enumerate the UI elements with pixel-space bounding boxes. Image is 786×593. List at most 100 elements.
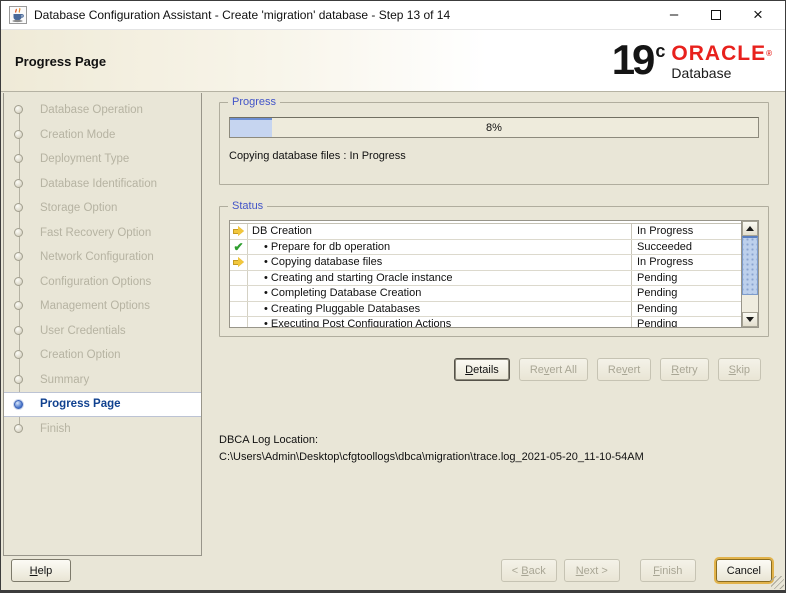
sidebar-step-management-options: Management Options <box>4 294 201 319</box>
scrollbar-track[interactable] <box>742 236 758 312</box>
log-location-label: DBCA Log Location: <box>219 434 319 446</box>
scroll-down-icon <box>746 317 754 322</box>
scroll-up-icon <box>746 226 754 231</box>
sidebar-step-creation-option: Creation Option <box>4 343 201 368</box>
window-controls: – × <box>653 2 779 29</box>
window-title: Database Configuration Assistant - Creat… <box>34 8 451 22</box>
progress-group-title: Progress <box>228 96 281 108</box>
main-content: Progress 8% Copying database files : In … <box>202 93 785 556</box>
step-bullet-icon <box>14 423 23 433</box>
step-bullet-icon <box>14 154 23 163</box>
status-value: Pending <box>631 317 741 327</box>
maximize-icon <box>711 10 721 20</box>
status-value: Pending <box>631 286 741 301</box>
step-bullet-icon <box>14 400 23 409</box>
progress-groupbox: Progress 8% Copying database files : In … <box>219 96 769 185</box>
step-bullet-icon <box>14 350 23 359</box>
status-icon-cell: ✔ <box>230 286 248 301</box>
scrollbar-down-button[interactable] <box>742 312 758 327</box>
close-button[interactable]: × <box>737 2 779 29</box>
status-icon-cell: ✔ <box>230 301 248 316</box>
wizard-body: Database Operation Creation Mode Deploym… <box>1 93 785 556</box>
back-button[interactable]: < Back <box>500 559 557 582</box>
oracle-19c-logo: 19 c ORACLE® Database <box>612 38 773 82</box>
status-icon-cell: ✔ <box>230 224 248 239</box>
status-groupbox: Status ✔ DB Creation In Progress ✔ • Pre… <box>219 200 769 337</box>
status-group-title: Status <box>228 200 268 212</box>
revert-button[interactable]: Revert <box>596 358 652 381</box>
details-button[interactable]: Details <box>454 358 510 381</box>
status-row[interactable]: ✔ • Copying database files In Progress <box>230 255 741 271</box>
status-value: Succeeded <box>631 239 741 254</box>
sidebar-step-progress-page: Progress Page <box>4 392 201 417</box>
in-progress-arrow-icon <box>233 257 244 268</box>
sidebar-step-creation-mode: Creation Mode <box>4 123 201 148</box>
minimize-button[interactable]: – <box>653 2 695 29</box>
wizard-steps-sidebar: Database Operation Creation Mode Deploym… <box>3 93 202 556</box>
maximize-button[interactable] <box>695 2 737 29</box>
sidebar-step-user-credentials: User Credentials <box>4 319 201 344</box>
sidebar-step-fast-recovery-option: Fast Recovery Option <box>4 221 201 246</box>
step-bullet-icon <box>14 301 23 310</box>
sidebar-step-database-identification: Database Identification <box>4 172 201 197</box>
success-check-icon: ✔ <box>233 239 244 254</box>
page-header: Progress Page 19 c ORACLE® Database <box>1 30 785 92</box>
status-icon-cell: ✔ <box>230 255 248 270</box>
step-bullet-icon <box>14 227 23 237</box>
step-bullet-icon <box>14 325 23 335</box>
retry-button[interactable]: Retry <box>660 358 709 381</box>
status-icon-cell: ✔ <box>230 270 248 285</box>
logo-version: 19 <box>611 36 656 83</box>
wizard-footer: Help < Back Next > Finish Cancel <box>1 552 785 590</box>
status-row[interactable]: ✔ • Creating Pluggable Databases Pending <box>230 301 741 317</box>
cancel-button[interactable]: Cancel <box>715 559 772 582</box>
step-bullet-icon <box>14 129 23 139</box>
window-resize-grip[interactable] <box>771 576 784 589</box>
step-bullet-icon <box>14 374 23 384</box>
sidebar-step-database-operation: Database Operation <box>4 98 201 123</box>
status-value: In Progress <box>631 255 741 270</box>
status-icon-cell: ✔ <box>230 239 248 254</box>
scrollbar-thumb[interactable] <box>742 236 758 296</box>
sidebar-step-deployment-type: Deployment Type <box>4 147 201 172</box>
sidebar-step-storage-option: Storage Option <box>4 196 201 221</box>
skip-button[interactable]: Skip <box>717 358 761 381</box>
progress-bar: 8% <box>229 117 759 138</box>
status-row[interactable]: ✔ • Executing Post Configuration Actions… <box>230 317 741 327</box>
help-button[interactable]: Help <box>11 559 71 582</box>
status-row[interactable]: ✔ DB Creation In Progress <box>230 224 741 240</box>
title-bar: Database Configuration Assistant - Creat… <box>1 1 785 30</box>
step-bullet-icon <box>14 178 23 188</box>
sidebar-step-network-configuration: Network Configuration <box>4 245 201 270</box>
status-table: ✔ DB Creation In Progress ✔ • Prepare fo… <box>229 220 759 328</box>
java-app-icon <box>9 6 27 24</box>
step-bullet-icon <box>14 276 23 286</box>
status-table-scrollbar[interactable] <box>741 221 758 327</box>
log-location-path: C:\Users\Admin\Desktop\cfgtoollogs\dbca\… <box>219 451 644 463</box>
finish-button[interactable]: Finish <box>639 559 696 582</box>
status-value: Pending <box>631 301 741 316</box>
dbca-window: Database Configuration Assistant - Creat… <box>0 0 786 593</box>
status-action-buttons: Details Revert All Revert Retry Skip <box>445 358 761 381</box>
step-bullet-icon <box>14 252 23 261</box>
revert-all-button[interactable]: Revert All <box>518 358 588 381</box>
status-row[interactable]: ✔ • Prepare for db operation Succeeded <box>230 239 741 255</box>
in-progress-arrow-icon <box>233 226 244 237</box>
next-button[interactable]: Next > <box>563 559 620 582</box>
status-value: In Progress <box>631 224 741 239</box>
dbca-log-location: DBCA Log Location: C:\Users\Admin\Deskto… <box>219 432 644 466</box>
status-value: Pending <box>631 270 741 285</box>
logo-edition: c <box>655 41 666 61</box>
logo-product: Database <box>671 65 732 81</box>
page-title: Progress Page <box>15 54 107 69</box>
sidebar-step-summary: Summary <box>4 368 201 393</box>
scrollbar-up-button[interactable] <box>742 221 758 236</box>
progress-percent: 8% <box>486 121 502 134</box>
step-bullet-icon <box>14 203 23 212</box>
oracle-wordmark: ORACLE® <box>671 42 773 65</box>
sidebar-step-finish: Finish <box>4 417 201 442</box>
progress-status-line: Copying database files : In Progress <box>229 150 406 162</box>
step-bullet-icon <box>14 105 23 114</box>
status-row[interactable]: ✔ • Completing Database Creation Pending <box>230 286 741 302</box>
status-row[interactable]: ✔ • Creating and starting Oracle instanc… <box>230 270 741 286</box>
